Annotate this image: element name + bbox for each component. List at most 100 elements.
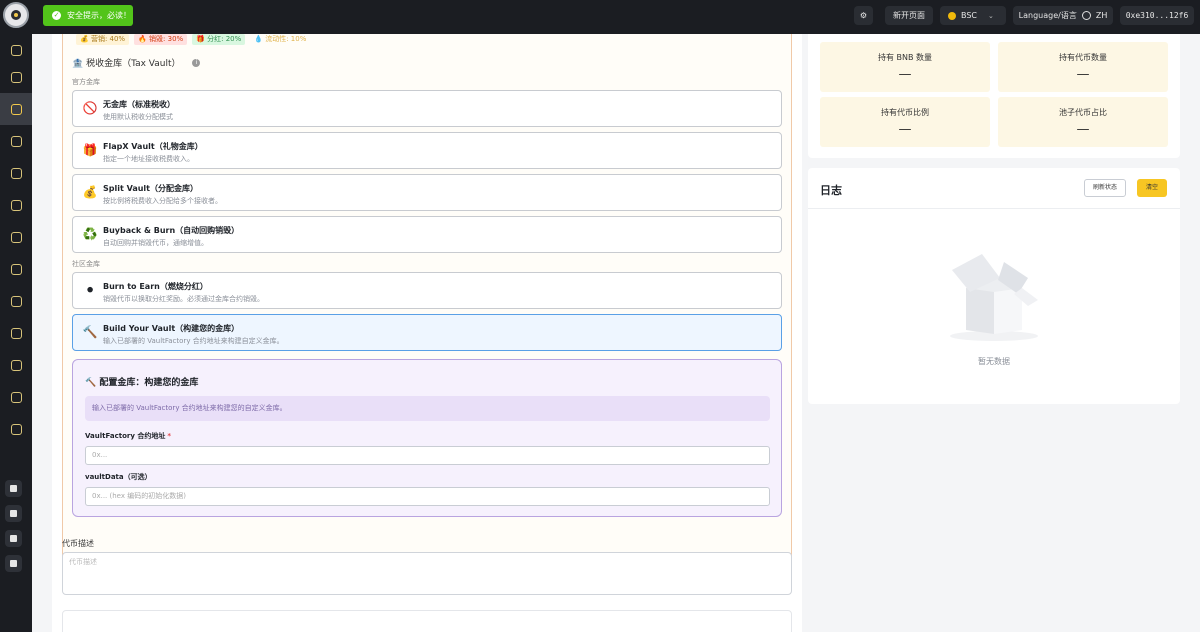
home-icon [10, 44, 22, 56]
required-marker: * [167, 432, 172, 440]
refresh-status-button[interactable]: 刷新状态 [1084, 179, 1126, 197]
chip-burn: 🔥 销毁: 30% [134, 34, 188, 45]
check-icon: ✓ [52, 11, 61, 20]
stat-label: 持有 BNB 数量 [877, 53, 933, 62]
swap-icon [10, 263, 22, 275]
vault-option-desc: 使用默认税收分配模式 [103, 113, 173, 121]
stat-label: 持有代币比例 [881, 108, 929, 117]
sidebar-item-alerts[interactable] [0, 189, 32, 221]
vault-data-input[interactable]: 0x... (hex 编码的初始化数据) [85, 487, 770, 506]
vault-option-desc: 自动回购并销毁代币，通缩增值。 [103, 239, 208, 247]
vault-option-buyback[interactable]: ♻️ Buyback & Burn（自动回购销毁） 自动回购并销毁代币，通缩增值… [72, 216, 782, 253]
stat-pool-ratio: 池子代币占比 — [998, 97, 1168, 147]
wallet-icon [10, 167, 22, 179]
chevron-down-icon: ⌄ [988, 11, 994, 20]
log-card: 日志 刷新状态 清空 暂无数据 [808, 168, 1180, 404]
vault-option-title: Burn to Earn（燃烧分红） [103, 282, 208, 291]
gift-icon: 🎁 [82, 143, 98, 157]
apps-icon [10, 71, 22, 83]
vault-option-desc: 输入已部署的 VaultFactory 合约地址来构建自定义金库。 [103, 337, 284, 345]
telegram-icon [10, 485, 17, 492]
telegram-link[interactable] [5, 480, 22, 497]
empty-box-icon [950, 254, 1038, 341]
wallet-address-button[interactable]: 0xe310...12f6 [1120, 6, 1194, 25]
tax-vault-title: 🏦 税收金库（Tax Vault） i [72, 56, 201, 69]
stat-label: 持有代币数量 [1059, 53, 1107, 62]
vault-option-desc: 销毁代币以换取分红奖励。必须通过金库合约销毁。 [103, 295, 264, 303]
user-icon [10, 359, 22, 371]
build-vault-note: 输入已部署的 VaultFactory 合约地址来构建您的自定义金库。 [85, 396, 770, 421]
sidebar-item-user[interactable] [0, 349, 32, 381]
vault-option-split[interactable]: 💰 Split Vault（分配金库） 按比例将税费收入分配给多个接收者。 [72, 174, 782, 211]
factory-address-input[interactable]: 0x... [85, 446, 770, 465]
vault-option-desc: 指定一个地址接收税费收入。 [103, 155, 194, 163]
docs-link[interactable] [5, 505, 22, 522]
token-description-input[interactable]: 代币描述 [62, 552, 792, 595]
chip-liquidity: 💧 流动性: 10% [254, 35, 307, 43]
empty-state-text: 暂无数据 [978, 357, 1010, 366]
vault-data-label: vaultData（可选） [85, 473, 152, 481]
sidebar-item-transfer[interactable] [0, 381, 32, 413]
ledger-icon [10, 231, 22, 243]
money-bag-icon: 💰 [82, 185, 98, 199]
vault-option-flapx[interactable]: 🎁 FlapX Vault（礼物金库） 指定一个地址接收税费收入。 [72, 132, 782, 169]
vault-option-burn-to-earn[interactable]: ⚫ Burn to Earn（燃烧分红） 销毁代币以换取分红奖励。必须通过金库合… [72, 272, 782, 309]
sidebar-item-wallet[interactable] [0, 157, 32, 189]
community-vault-label: 社区金库 [72, 260, 100, 268]
new-page-button[interactable]: 新开页面 [885, 6, 933, 25]
settings-button[interactable]: ⚙ [854, 6, 873, 25]
factory-address-label: VaultFactory 合约地址 * [85, 431, 171, 441]
info-icon[interactable]: i [192, 58, 201, 67]
vault-option-title: Split Vault（分配金库） [103, 184, 198, 193]
network-label: BSC [961, 11, 978, 20]
launch-icon [10, 103, 22, 115]
document-icon [10, 510, 17, 517]
language-code: ZH [1095, 11, 1108, 20]
download-icon [10, 327, 22, 339]
gear-icon: ⚙ [859, 11, 868, 20]
sidebar-item-launch[interactable] [0, 93, 32, 125]
token-description-label: 代币描述 [62, 539, 94, 548]
bell-icon [10, 199, 22, 211]
log-title: 日志 [820, 184, 842, 197]
build-vault-config: 🔨 配置金库：构建您的金库 输入已部署的 VaultFactory 合约地址来构… [72, 359, 782, 517]
sidebar-item-security[interactable] [0, 413, 32, 445]
divider [808, 208, 1180, 209]
globe-icon [1081, 11, 1091, 20]
sidebar [0, 34, 32, 632]
stat-value: — [898, 122, 912, 137]
hammer-icon: 🔨 [82, 325, 98, 339]
link-link[interactable] [5, 555, 22, 572]
vault-option-title: Buyback & Burn（自动回购销毁） [103, 226, 240, 235]
sidebar-item-token[interactable] [0, 125, 32, 157]
sidebar-item-download[interactable] [0, 317, 32, 349]
recycle-icon: ♻️ [82, 227, 98, 241]
app-logo[interactable] [3, 2, 29, 28]
new-page-label: 新开页面 [893, 11, 925, 20]
sidebar-item-apps[interactable] [0, 61, 32, 93]
black-disc-icon: ⚫ [84, 283, 96, 297]
wallet-address: 0xe310...12f6 [1125, 11, 1189, 20]
build-vault-title: 🔨 配置金库：构建您的金库 [85, 378, 199, 388]
sidebar-item-swap[interactable] [0, 253, 32, 285]
stat-token-ratio: 持有代币比例 — [820, 97, 990, 147]
language-select[interactable]: Language/语言 ZH [1013, 6, 1113, 25]
safety-notice-toast[interactable]: ✓ 安全提示，必读！ [43, 5, 133, 26]
network-select[interactable]: BSC ⌄ [940, 6, 1006, 25]
bnb-chain-icon [948, 11, 956, 20]
clear-log-button[interactable]: 清空 [1137, 179, 1167, 197]
stat-bnb-amount: 持有 BNB 数量 — [820, 42, 990, 92]
link-icon [10, 560, 17, 567]
vault-option-none[interactable]: 🚫 无金库（标准税收） 使用默认税收分配模式 [72, 90, 782, 127]
mail-link[interactable] [5, 530, 22, 547]
shield-icon [10, 423, 22, 435]
tax-vault-title-text: 🏦 税收金库（Tax Vault） [72, 59, 181, 69]
sidebar-item-chart[interactable] [0, 285, 32, 317]
factory-address-label-text: VaultFactory 合约地址 [85, 432, 166, 440]
vault-option-build-your-own[interactable]: 🔨 Build Your Vault（构建您的金库） 输入已部署的 VaultF… [72, 314, 782, 351]
chart-icon [10, 295, 22, 307]
sidebar-item-ledger[interactable] [0, 221, 32, 253]
stat-label: 池子代币占比 [1059, 108, 1107, 117]
vault-option-title: Build Your Vault（构建您的金库） [103, 324, 240, 333]
stat-value: — [1076, 122, 1090, 137]
